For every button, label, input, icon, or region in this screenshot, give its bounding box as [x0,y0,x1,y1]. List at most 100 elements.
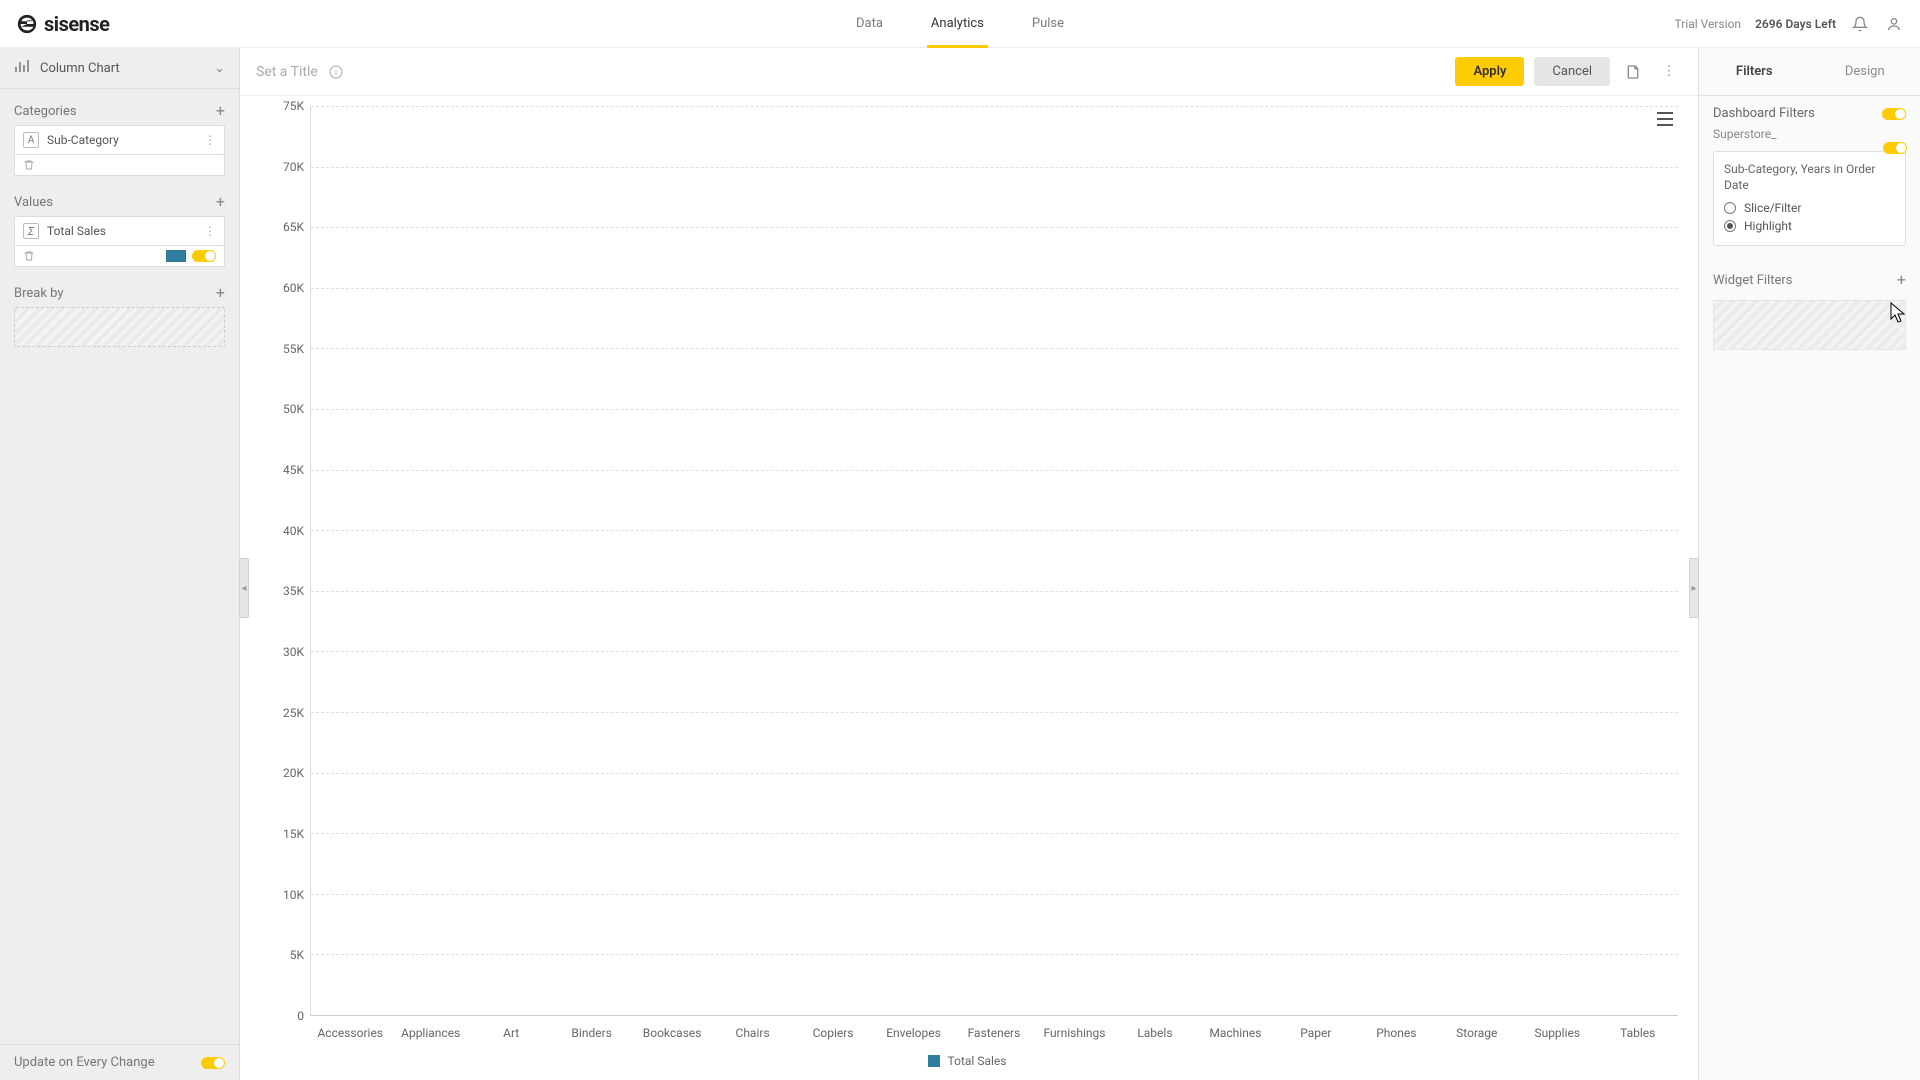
filter-source-name: Superstore_ [1713,127,1906,141]
x-tick-label: Accessories [310,1026,390,1040]
kebab-icon[interactable]: ⋮ [204,133,216,147]
trial-label: Trial Version [1675,17,1742,31]
kebab-icon[interactable]: ⋮ [1656,59,1682,85]
y-tick-label: 60K [283,281,304,295]
breakby-dropzone[interactable] [14,307,225,347]
widget-title-input[interactable]: Set a Title [256,64,318,80]
dashboard-filters-toggle[interactable] [1882,108,1906,120]
x-tick-label: Chairs [712,1026,792,1040]
y-tick-label: 20K [283,766,304,780]
bell-icon[interactable] [1850,14,1870,34]
tab-analytics[interactable]: Analytics [927,0,988,47]
x-tick-label: Bookcases [632,1026,712,1040]
x-tick-label: Envelopes [873,1026,953,1040]
y-tick-label: 75K [283,99,304,113]
top-nav: Data Analytics Pulse [852,0,1068,47]
categories-field-pill[interactable]: A Sub-Category ⋮ [14,125,225,155]
widget-filters-title: Widget Filters [1713,273,1792,288]
export-icon[interactable] [1620,59,1646,85]
radio-highlight-label: Highlight [1744,219,1792,233]
values-section: Values + Σ Total Sales ⋮ [0,180,239,271]
column-chart-icon [14,58,30,78]
dashboard-filters-title: Dashboard Filters [1713,106,1815,121]
collapse-left-handle[interactable]: ◂ [239,558,249,618]
cancel-button[interactable]: Cancel [1534,57,1610,86]
tab-filters[interactable]: Filters [1699,48,1810,95]
y-tick-label: 45K [283,463,304,477]
dashboard-filter-card: Sub-Category, Years in Order Date Slice/… [1713,151,1906,246]
y-tick-label: 10K [283,888,304,902]
brand-logo: sisense [16,12,109,36]
categories-section: Categories + A Sub-Category ⋮ [0,89,239,180]
update-label: Update on Every Change [14,1055,155,1070]
y-tick-label: 0 [297,1009,304,1023]
values-add-button[interactable]: + [216,194,225,210]
x-tick-label: Art [471,1026,551,1040]
filter-card-title: Sub-Category, Years in Order Date [1724,162,1895,193]
values-field-label: Total Sales [47,224,106,238]
tab-data[interactable]: Data [852,0,887,47]
x-tick-label: Fasteners [954,1026,1034,1040]
left-footer: Update on Every Change [0,1044,239,1080]
radio-highlight[interactable]: Highlight [1724,219,1895,233]
trash-icon[interactable] [23,250,35,262]
y-tick-label: 5K [290,948,304,962]
y-tick-label: 15K [283,827,304,841]
info-icon[interactable] [328,64,344,80]
values-title: Values [14,195,53,210]
widget-filters-add-button[interactable]: + [1897,272,1906,288]
radio-icon [1724,220,1736,232]
y-tick-label: 65K [283,220,304,234]
x-tick-label: Phones [1356,1026,1436,1040]
legend-swatch [928,1055,940,1067]
x-tick-label: Furnishings [1034,1026,1114,1040]
x-tick-label: Storage [1437,1026,1517,1040]
widget-filters-dropzone[interactable] [1713,300,1906,350]
trash-icon[interactable] [23,159,35,171]
right-panel: Filters Design Dashboard Filters Superst… [1698,48,1920,1080]
legend-label: Total Sales [948,1054,1007,1068]
kebab-icon[interactable]: ⋮ [204,224,216,238]
x-tick-label: Paper [1276,1026,1356,1040]
breakby-title: Break by [14,286,64,301]
sum-type-icon: Σ [23,223,39,239]
filter-card-toggle[interactable] [1883,142,1907,154]
topbar-right: Trial Version 2696 Days Left [1675,14,1904,34]
x-tick-label: Tables [1598,1026,1678,1040]
apply-button[interactable]: Apply [1455,57,1524,86]
values-field-subrow [14,246,225,267]
y-tick-label: 40K [283,524,304,538]
left-panel: Column Chart ⌄ Categories + A Sub-Catego… [0,48,240,1080]
values-field-pill[interactable]: Σ Total Sales ⋮ [14,216,225,246]
series-color-chip[interactable] [166,250,186,262]
chart-area: ◂ ▸ 05K10K15K20K25K30K35K40K45K50K55K60K… [240,96,1698,1080]
radio-slice[interactable]: Slice/Filter [1724,201,1895,215]
bars-container [310,106,1678,1016]
categories-title: Categories [14,104,77,119]
y-tick-label: 50K [283,402,304,416]
user-icon[interactable] [1884,14,1904,34]
tab-pulse[interactable]: Pulse [1028,0,1068,47]
x-tick-label: Copiers [793,1026,873,1040]
x-axis: AccessoriesAppliancesArtBindersBookcases… [310,1026,1678,1040]
tab-design[interactable]: Design [1810,48,1920,95]
x-tick-label: Machines [1195,1026,1275,1040]
chart-type-selector[interactable]: Column Chart ⌄ [0,48,239,89]
update-toggle[interactable] [201,1057,225,1069]
trial-days: 2696 Days Left [1755,17,1836,31]
x-tick-label: Binders [551,1026,631,1040]
text-type-icon: A [23,132,39,148]
categories-add-button[interactable]: + [216,103,225,119]
y-axis: 05K10K15K20K25K30K35K40K45K50K55K60K65K7… [256,106,310,1016]
breakby-section: Break by + [0,271,239,351]
collapse-right-handle[interactable]: ▸ [1689,558,1699,618]
editor-center: Set a Title Apply Cancel ⋮ ◂ [240,48,1698,1080]
x-tick-label: Supplies [1517,1026,1597,1040]
breakby-add-button[interactable]: + [216,285,225,301]
top-bar: sisense Data Analytics Pulse Trial Versi… [0,0,1920,48]
y-tick-label: 70K [283,160,304,174]
brand-text: sisense [44,12,109,36]
series-toggle[interactable] [192,250,216,262]
radio-icon [1724,202,1736,214]
categories-field-label: Sub-Category [47,133,119,147]
